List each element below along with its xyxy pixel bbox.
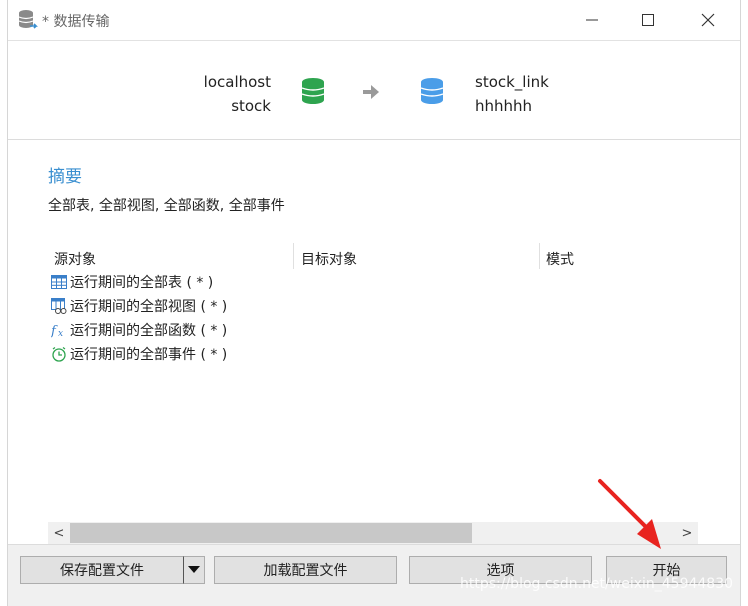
target-host: stock_link [475, 73, 549, 91]
minimize-button[interactable] [574, 6, 610, 34]
column-divider[interactable] [293, 243, 294, 269]
database-transfer-icon [18, 9, 38, 35]
close-button[interactable] [690, 6, 726, 34]
database-icon [420, 77, 444, 109]
column-divider[interactable] [539, 243, 540, 269]
triangle-down-icon [188, 562, 200, 578]
summary-title: 摘要 [48, 167, 82, 187]
target-database: hhhhhh [475, 97, 533, 115]
save-config-button[interactable]: 保存配置文件 [20, 556, 184, 584]
scrollbar-thumb[interactable] [70, 523, 472, 543]
table-row[interactable]: 运行期间的全部表 ( * ) [51, 271, 213, 293]
table-header: 源对象 目标对象 模式 [48, 243, 698, 269]
load-config-button[interactable]: 加载配置文件 [214, 556, 397, 584]
table-row[interactable]: 运行期间的全部事件 ( * ) [51, 343, 227, 365]
source-database: stock [231, 97, 271, 115]
column-header-mode[interactable]: 模式 [546, 249, 574, 269]
row-label: 运行期间的全部函数 ( * ) [70, 323, 228, 339]
table-row[interactable]: f x 运行期间的全部函数 ( * ) [51, 319, 227, 341]
source-connection: localhost stock [204, 70, 271, 118]
scroll-right-button[interactable]: > [679, 525, 695, 541]
table-icon [51, 274, 67, 290]
table-row[interactable]: 运行期间的全部视图 ( * ) [51, 295, 227, 317]
column-header-target[interactable]: 目标对象 [301, 249, 357, 269]
summary-text: 全部表, 全部视图, 全部函数, 全部事件 [48, 198, 285, 214]
title-bar: * 数据传输 [8, 0, 740, 40]
maximize-button[interactable] [630, 6, 666, 34]
save-config-dropdown[interactable] [183, 556, 205, 584]
arrow-right-icon [363, 85, 379, 103]
column-header-source[interactable]: 源对象 [54, 249, 96, 269]
data-transfer-window: * 数据传输 localhost stock stock_link hhhhhh… [8, 0, 740, 606]
clock-icon [51, 346, 67, 362]
function-icon: f x [51, 322, 67, 338]
watermark-text: https://blog.csdn.net/weixin_45944830 [460, 576, 734, 592]
svg-text:f: f [51, 324, 58, 338]
target-connection: stock_link hhhhhh [475, 70, 549, 118]
database-icon [301, 77, 325, 109]
connection-header: localhost stock stock_link hhhhhh [8, 40, 740, 140]
footer-bar: 保存配置文件 加载配置文件 选项 开始 [8, 544, 740, 606]
row-label: 运行期间的全部事件 ( * ) [70, 347, 228, 363]
view-icon [51, 298, 67, 314]
source-host: localhost [203, 73, 271, 91]
window-title: * 数据传输 [42, 14, 110, 30]
row-label: 运行期间的全部视图 ( * ) [70, 299, 228, 315]
scroll-left-button[interactable]: < [51, 525, 67, 541]
row-label: 运行期间的全部表 ( * ) [70, 275, 214, 291]
svg-text:x: x [58, 329, 63, 338]
horizontal-scrollbar[interactable]: < > [48, 522, 698, 544]
